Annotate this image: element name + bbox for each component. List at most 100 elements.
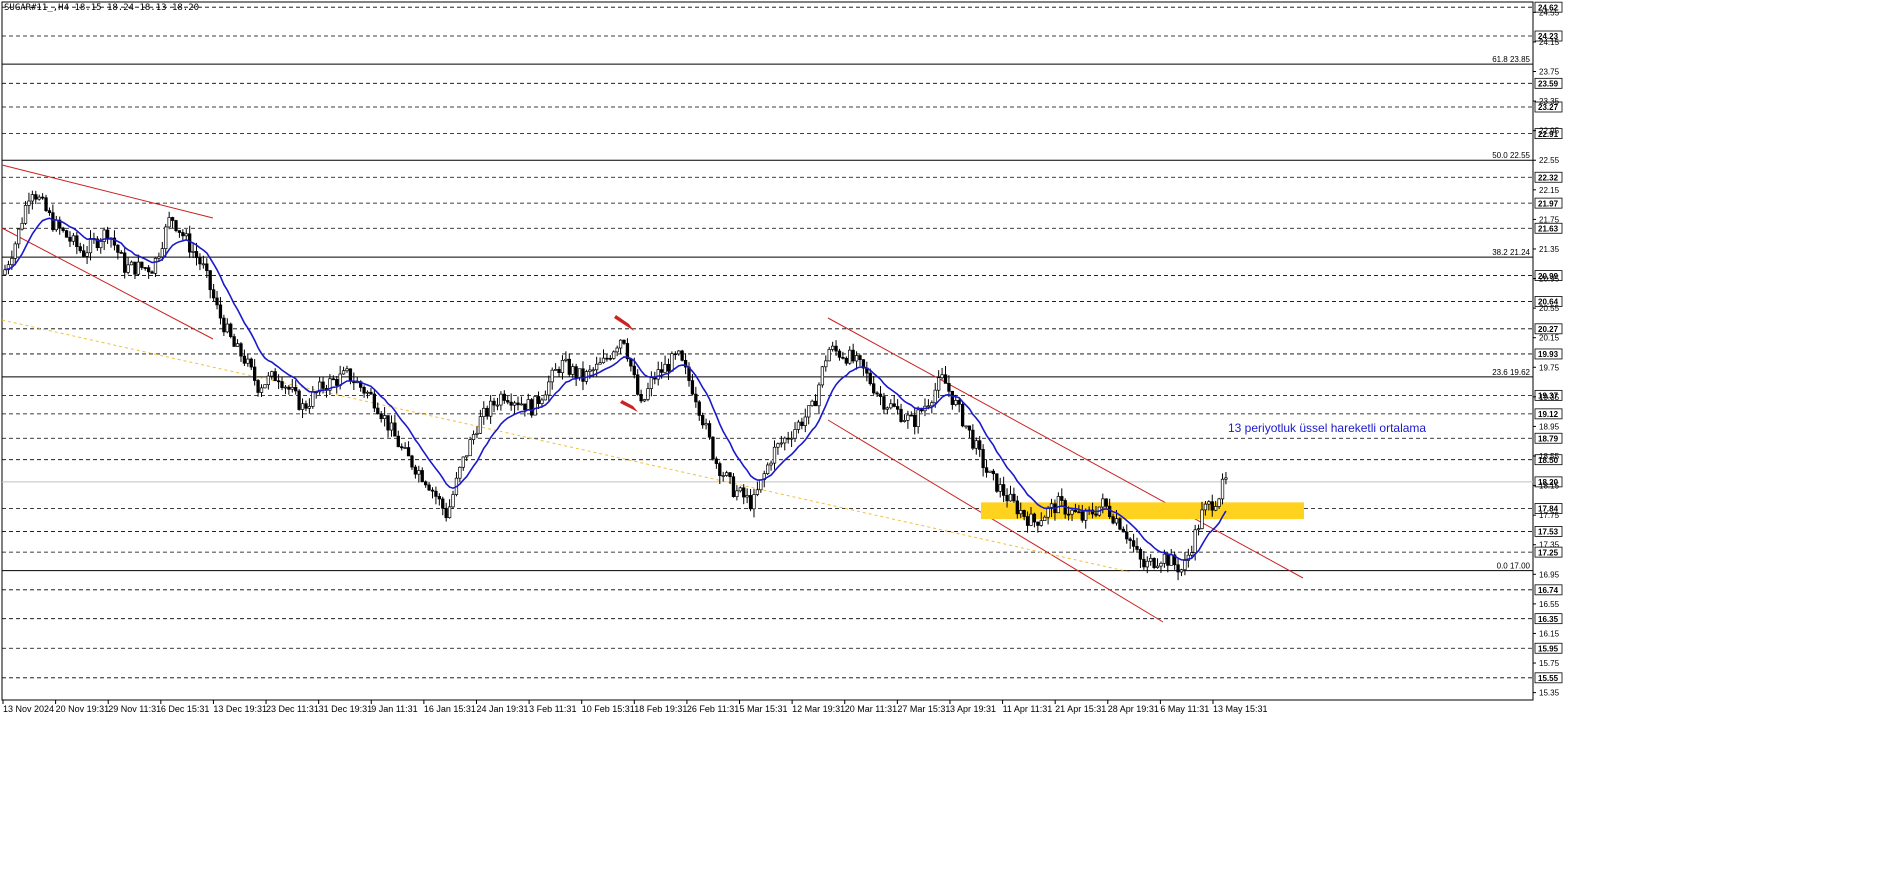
candle-body: [899, 408, 903, 422]
candle-body: [116, 244, 120, 253]
candle-body: [437, 496, 441, 500]
candle-body: [892, 403, 896, 407]
candle-body: [663, 363, 667, 373]
candle-body: [75, 235, 79, 247]
candle-body: [1060, 496, 1064, 501]
candle-body: [995, 473, 999, 492]
level-tag-label: 21.63: [1538, 224, 1559, 233]
candle-body: [225, 323, 229, 333]
candle-body: [249, 358, 253, 368]
candle-body: [465, 455, 469, 458]
candle-body: [164, 226, 168, 249]
candle-body: [810, 400, 814, 407]
candle-body: [160, 248, 164, 258]
x-tick-label: 13 Dec 19:31: [213, 704, 267, 714]
candle-body: [943, 374, 948, 384]
y-tick-label: 18.15: [1539, 482, 1560, 491]
time-axis[interactable]: 13 Nov 2024 20 Nov 19:31 29 Nov 11:31 6 Dec…: [2, 699, 1533, 714]
candle-body: [1104, 498, 1108, 507]
candle-body: [950, 390, 954, 405]
candle-body: [37, 196, 41, 200]
candle-body: [533, 396, 537, 416]
candle-body: [184, 233, 188, 237]
candle-body: [971, 429, 975, 449]
level-tag-label: 15.95: [1538, 644, 1559, 653]
x-tick-label: 26 Feb 11:31: [687, 704, 739, 714]
candle-body: [205, 263, 209, 272]
candle-body: [119, 252, 123, 254]
candle-body: [345, 368, 349, 372]
candle-body: [748, 495, 753, 510]
candle-body: [410, 455, 414, 468]
channel-line: [1, 227, 214, 340]
symbol-label: SUGAR#11_,H4 18.15 18.24 18.13 18.20: [4, 3, 199, 13]
y-tick-label: 15.35: [1539, 689, 1560, 698]
candle-body: [1131, 540, 1136, 547]
candle-body: [530, 399, 534, 416]
candle-body: [447, 506, 452, 519]
x-tick-label: 6 Dec 15:31: [161, 704, 210, 714]
x-tick-label: 28 Apr 19:31: [1108, 704, 1159, 714]
candle-body: [1193, 529, 1197, 553]
candle-body: [348, 368, 353, 382]
fib-label: 38.2 21.24: [1492, 248, 1530, 257]
candle-body: [201, 263, 206, 266]
candle-body: [413, 466, 418, 475]
candle-body: [198, 257, 202, 265]
candle-body: [803, 416, 807, 426]
candle-body: [564, 358, 568, 361]
x-tick-label: 27 Mar 15:31: [897, 704, 950, 714]
candle-body: [51, 212, 55, 231]
candle-body: [263, 384, 267, 389]
candle-body: [981, 449, 985, 469]
level-tag-label: 16.74: [1538, 586, 1559, 595]
candle-body: [642, 399, 647, 402]
candle-body: [793, 429, 797, 439]
candle-body: [1111, 516, 1115, 524]
candle-body: [1066, 513, 1071, 516]
candle-body: [64, 230, 69, 238]
candle-body: [526, 399, 530, 411]
candle-body: [769, 462, 773, 466]
candle-body: [335, 379, 339, 386]
candle-body: [673, 353, 677, 356]
candle-body: [1138, 549, 1143, 560]
price-axis[interactable]: 24.6224.2323.5923.2722.9122.3221.9721.63…: [1533, 1, 1563, 698]
candle-body: [396, 435, 400, 448]
candle-body: [492, 400, 496, 406]
candle-body: [1114, 518, 1119, 524]
candle-body: [444, 507, 448, 519]
candle-body: [854, 355, 859, 362]
candle-body: [878, 393, 883, 397]
candle-body: [512, 402, 517, 406]
candle-body: [800, 421, 804, 426]
candle-body: [919, 409, 924, 412]
candle-body: [143, 267, 147, 269]
x-tick-label: 18 Feb 19:31: [634, 704, 687, 714]
candle-body: [820, 366, 825, 386]
candle-body: [1001, 484, 1006, 496]
candle-body: [10, 258, 14, 266]
y-tick-label: 17.35: [1539, 541, 1560, 550]
candle-body: [783, 437, 787, 444]
candle-body: [1214, 506, 1218, 511]
candle-body: [916, 409, 920, 427]
candle-body: [885, 407, 890, 410]
candle-body: [379, 413, 383, 420]
candle-body: [882, 396, 886, 410]
candle-body: [1073, 509, 1078, 513]
candle-body: [222, 317, 226, 333]
candle-body: [550, 369, 554, 383]
candle-body: [54, 219, 58, 231]
candle-body: [509, 401, 513, 406]
y-tick-label: 21.35: [1539, 245, 1560, 254]
candle-body: [430, 489, 435, 492]
candle-body: [194, 251, 199, 258]
candle-body: [307, 406, 312, 409]
candle-body: [567, 358, 571, 375]
candle-body: [1125, 531, 1129, 540]
candle-body: [766, 464, 770, 475]
candle-body: [519, 403, 524, 406]
candle-body: [646, 388, 650, 400]
candle-body: [933, 389, 937, 404]
